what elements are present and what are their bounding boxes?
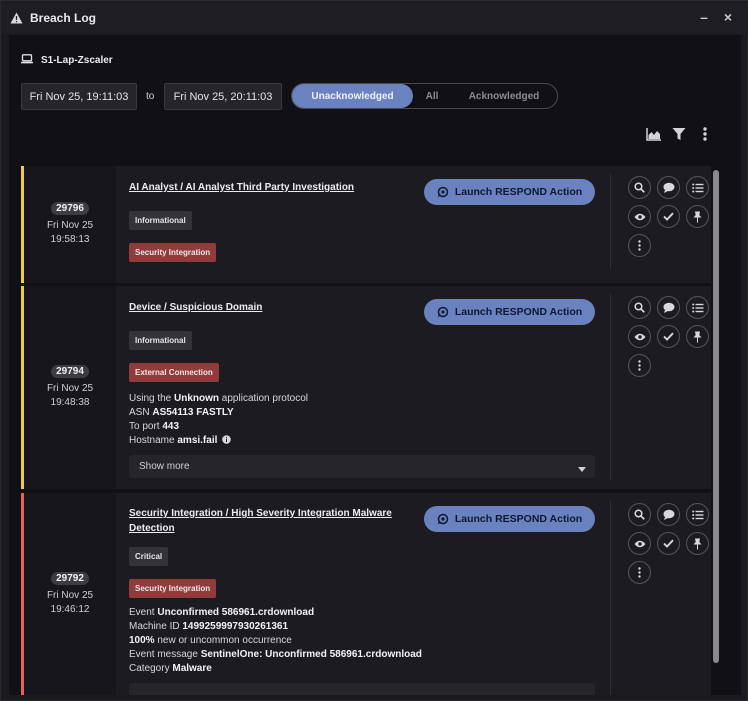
acknowledge-check-icon[interactable] bbox=[657, 325, 680, 348]
filter-icon[interactable] bbox=[671, 126, 687, 142]
category-badge: Security Integration bbox=[129, 579, 217, 598]
breach-details: Using the Unknown application protocol A… bbox=[129, 392, 308, 449]
respond-icon bbox=[437, 186, 449, 198]
breach-log-window: Breach Log – × S1-Lap-Zscaler Fri Nov 25… bbox=[0, 0, 748, 701]
breach-time: 19:46:12 bbox=[50, 603, 90, 615]
list-icon[interactable] bbox=[686, 296, 709, 319]
breach-time: 19:48:38 bbox=[50, 397, 90, 408]
breach-log-panel: S1-Lap-Zscaler Fri Nov 25, 19:11:03 to F… bbox=[9, 35, 741, 695]
breach-meta: 29792 Fri Nov 25 19:46:12 bbox=[24, 493, 116, 695]
breach-time: 19:58:13 bbox=[50, 234, 90, 245]
breach-details: Event Unconfirmed 586961.crdownload Mach… bbox=[129, 606, 422, 676]
breach-title-line-1: Security Integration / High Severity Int… bbox=[129, 508, 392, 519]
breach-title-link[interactable]: AI Analyst / AI Analyst Third Party Inve… bbox=[129, 180, 354, 195]
launch-respond-label: Launch RESPOND Action bbox=[454, 186, 583, 198]
pin-icon[interactable] bbox=[686, 532, 709, 555]
close-button[interactable]: × bbox=[721, 10, 735, 24]
window-title: Breach Log bbox=[30, 10, 97, 25]
launch-respond-button[interactable]: Launch RESPOND Action bbox=[424, 506, 595, 532]
list-icon[interactable] bbox=[686, 176, 709, 199]
tab-all[interactable]: All bbox=[413, 84, 451, 108]
date-to-field[interactable]: Fri Nov 25, 20:11:03 bbox=[164, 83, 282, 110]
acknowledge-check-icon[interactable] bbox=[657, 205, 680, 228]
show-more-button[interactable] bbox=[129, 683, 595, 695]
more-vertical-icon[interactable] bbox=[697, 126, 713, 142]
host-header: S1-Lap-Zscaler bbox=[21, 51, 113, 69]
detail-event: Event Unconfirmed 586961.crdownload bbox=[129, 607, 315, 618]
launch-respond-label: Launch RESPOND Action bbox=[454, 513, 583, 525]
detail-protocol: Using the Unknown application protocol bbox=[129, 393, 308, 404]
breach-card[interactable]: 29796 Fri Nov 25 19:58:13 AI Analyst / A… bbox=[21, 166, 711, 283]
breach-id: 29792 bbox=[51, 571, 89, 585]
detail-category: Category Malware bbox=[129, 663, 212, 674]
breach-card[interactable]: 29794 Fri Nov 25 19:48:38 Device / Suspi… bbox=[21, 286, 711, 489]
breach-date: Fri Nov 25 bbox=[46, 220, 94, 231]
acknowledge-check-icon[interactable] bbox=[657, 532, 680, 555]
breach-list: 29796 Fri Nov 25 19:58:13 AI Analyst / A… bbox=[21, 166, 711, 695]
search-icon[interactable] bbox=[628, 296, 651, 319]
respond-icon bbox=[437, 513, 449, 525]
category-badge: External Connection bbox=[129, 363, 219, 382]
laptop-icon bbox=[21, 51, 33, 69]
detail-hostname: Hostname amsi.fail bbox=[129, 434, 308, 449]
detail-machine-id: Machine ID 1499259997930261361 bbox=[129, 621, 289, 632]
show-more-label: Show more bbox=[139, 461, 190, 472]
launch-respond-button[interactable]: Launch RESPOND Action bbox=[424, 299, 595, 325]
breach-card[interactable]: 29792 Fri Nov 25 19:46:12 Security Integ… bbox=[21, 493, 711, 695]
date-from-field[interactable]: Fri Nov 25, 19:11:03 bbox=[21, 83, 137, 110]
detail-asn: ASN AS54113 FASTLY bbox=[129, 407, 234, 418]
breach-id: 29794 bbox=[51, 365, 89, 378]
breach-meta: 29796 Fri Nov 25 19:58:13 bbox=[24, 166, 116, 283]
breach-title-line-2: Detection bbox=[129, 523, 175, 534]
warning-icon bbox=[9, 11, 23, 25]
launch-respond-label: Launch RESPOND Action bbox=[454, 306, 583, 318]
minimize-button[interactable]: – bbox=[697, 10, 711, 24]
chevron-down-icon bbox=[578, 464, 586, 475]
list-icon[interactable] bbox=[686, 503, 709, 526]
breach-date: Fri Nov 25 bbox=[46, 383, 94, 394]
breach-date: Fri Nov 25 bbox=[46, 589, 94, 601]
card-divider bbox=[610, 501, 611, 695]
card-divider bbox=[610, 294, 611, 479]
breach-meta: 29794 Fri Nov 25 19:48:38 bbox=[24, 286, 116, 489]
pin-icon[interactable] bbox=[686, 205, 709, 228]
pin-icon[interactable] bbox=[686, 325, 709, 348]
eye-icon[interactable] bbox=[628, 205, 651, 228]
detail-event-message: Event message SentinelOne: Unconfirmed 5… bbox=[129, 649, 422, 660]
category-badge: Security Integration bbox=[129, 243, 217, 262]
card-divider bbox=[610, 174, 611, 269]
comment-icon[interactable] bbox=[657, 296, 680, 319]
severity-badge: Informational bbox=[129, 211, 192, 230]
chart-icon[interactable] bbox=[645, 126, 661, 142]
comment-icon[interactable] bbox=[657, 176, 680, 199]
info-icon[interactable] bbox=[222, 435, 231, 449]
breach-title-link[interactable]: Security Integration / High Severity Int… bbox=[129, 506, 392, 536]
title-bar: Breach Log – × bbox=[1, 1, 748, 34]
eye-icon[interactable] bbox=[628, 325, 651, 348]
more-vertical-icon[interactable] bbox=[628, 234, 651, 257]
tab-acknowledged[interactable]: Acknowledged bbox=[451, 84, 557, 108]
host-name: S1-Lap-Zscaler bbox=[41, 54, 113, 66]
respond-icon bbox=[437, 306, 449, 318]
severity-badge: Informational bbox=[129, 331, 192, 350]
list-scrollbar[interactable] bbox=[713, 170, 719, 663]
show-more-button[interactable]: Show more bbox=[129, 455, 595, 478]
launch-respond-button[interactable]: Launch RESPOND Action bbox=[424, 179, 595, 205]
more-vertical-icon[interactable] bbox=[628, 561, 651, 584]
date-range-to-label: to bbox=[146, 91, 155, 102]
comment-icon[interactable] bbox=[657, 503, 680, 526]
breach-title-link[interactable]: Device / Suspicious Domain bbox=[129, 300, 262, 315]
detail-port: To port 443 bbox=[129, 421, 180, 432]
more-vertical-icon[interactable] bbox=[628, 354, 651, 377]
breach-id: 29796 bbox=[51, 202, 89, 215]
search-icon[interactable] bbox=[628, 503, 651, 526]
detail-occurrence: 100% new or uncommon occurrence bbox=[129, 635, 292, 646]
severity-badge: Critical bbox=[129, 547, 169, 566]
tab-unacknowledged[interactable]: Unacknowledged bbox=[292, 84, 413, 108]
eye-icon[interactable] bbox=[628, 532, 651, 555]
search-icon[interactable] bbox=[628, 176, 651, 199]
acknowledgement-filter: Unacknowledged All Acknowledged bbox=[291, 83, 558, 109]
